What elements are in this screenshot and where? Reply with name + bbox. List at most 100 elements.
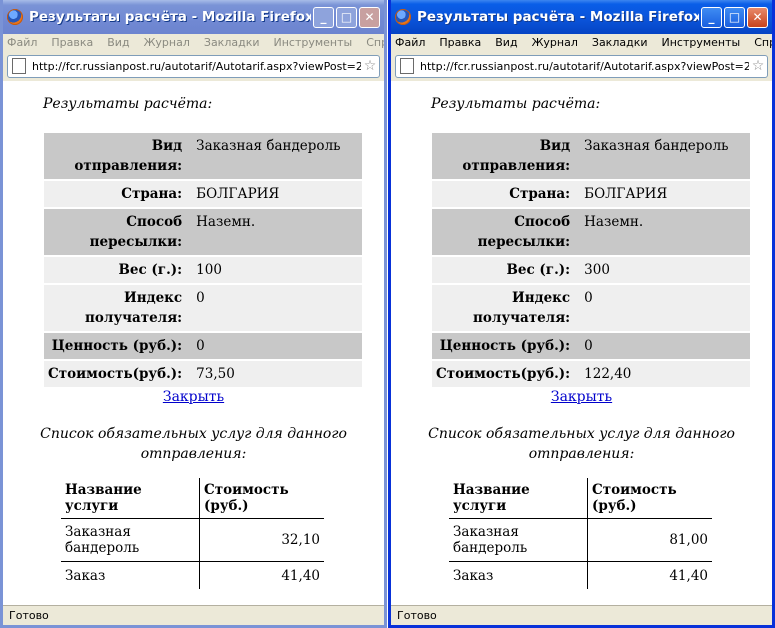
firefox-icon	[395, 9, 411, 25]
results-heading: Результаты расчёта:	[431, 96, 601, 112]
table-row: Страна: БОЛГАРИЯ	[432, 181, 751, 207]
column-header-service: Название услуги	[61, 478, 200, 519]
firefox-window-right: Результаты расчёта - Mozilla Firefox _ □…	[388, 0, 775, 628]
maximize-button[interactable]: □	[336, 6, 357, 28]
row-label: Страна:	[44, 181, 187, 207]
row-value: 0	[186, 333, 363, 359]
address-bar: http://fcr.russianpost.ru/autotarif/Auto…	[391, 51, 772, 82]
row-value: 100	[186, 257, 363, 283]
services-table: Название услуги Стоимость (руб.) Заказная…	[449, 478, 712, 589]
close-link[interactable]: Закрыть	[3, 389, 384, 405]
column-header-cost: Стоимость (руб.)	[587, 478, 712, 519]
page-content: Результаты расчёта: Вид отправления: Зака…	[391, 81, 772, 605]
service-cost: 41,40	[669, 567, 708, 584]
close-window-button[interactable]: ✕	[359, 6, 380, 28]
row-label: Вес (г.):	[432, 257, 575, 283]
row-label: Индекс получателя:	[44, 285, 187, 331]
page-content: Результаты расчёта: Вид отправления: Зака…	[3, 81, 384, 605]
page-icon	[400, 58, 414, 74]
url-text: http://fcr.russianpost.ru/autotarif/Auto…	[420, 59, 749, 73]
menu-help[interactable]: Справка	[366, 36, 384, 49]
menu-edit[interactable]: Правка	[439, 36, 481, 49]
menu-history[interactable]: Журнал	[144, 36, 190, 49]
row-value: Наземн.	[186, 209, 363, 255]
table-row: Заказ 41,40	[61, 561, 324, 589]
bookmark-star-icon[interactable]: ☆	[361, 58, 379, 74]
menu-bookmarks[interactable]: Закладки	[592, 36, 648, 49]
minimize-button[interactable]: _	[313, 6, 334, 28]
row-value: 73,50	[186, 361, 363, 387]
service-cost: 32,10	[199, 518, 324, 562]
services-header-row: Название услуги Стоимость (руб.)	[449, 478, 712, 519]
row-label: Вид отправления:	[44, 133, 187, 179]
maximize-button[interactable]: □	[724, 6, 745, 28]
table-row: Вес (г.): 100	[44, 257, 363, 283]
row-value: 0	[574, 333, 751, 359]
window-title: Результаты расчёта - Mozilla Firefox	[29, 9, 311, 25]
status-bar: Готово	[391, 605, 772, 625]
table-row: Заказная бандероль 32,10	[61, 518, 324, 562]
row-value: БОЛГАРИЯ	[186, 181, 363, 207]
service-name: Заказная бандероль	[449, 518, 588, 562]
close-link[interactable]: Закрыть	[391, 389, 772, 405]
menu-tools[interactable]: Инструменты	[662, 36, 741, 49]
table-row: Способ пересылки: Наземн.	[432, 209, 751, 255]
row-label: Ценность (руб.):	[44, 333, 187, 359]
services-heading: Список обязательных услуг для данного от…	[428, 426, 735, 462]
window-title: Результаты расчёта - Mozilla Firefox	[417, 9, 699, 25]
table-row: Индекс получателя: 0	[44, 285, 363, 331]
row-value: Заказная бандероль	[186, 133, 363, 179]
services-header-row: Название услуги Стоимость (руб.)	[61, 478, 324, 519]
minimize-button[interactable]: _	[701, 6, 722, 28]
table-row: Вид отправления: Заказная бандероль	[44, 133, 363, 179]
bookmark-star-icon[interactable]: ☆	[749, 58, 767, 74]
title-bar[interactable]: Результаты расчёта - Mozilla Firefox _ □…	[391, 0, 772, 34]
row-label: Индекс получателя:	[432, 285, 575, 331]
menu-help[interactable]: Справка	[754, 36, 772, 49]
table-row: Способ пересылки: Наземн.	[44, 209, 363, 255]
row-value: БОЛГАРИЯ	[574, 181, 751, 207]
menu-edit[interactable]: Правка	[51, 36, 93, 49]
page-icon	[12, 58, 26, 74]
table-row: Вес (г.): 300	[432, 257, 751, 283]
url-text: http://fcr.russianpost.ru/autotarif/Auto…	[32, 59, 361, 73]
row-value: 122,40	[574, 361, 751, 387]
menu-file[interactable]: Файл	[7, 36, 37, 49]
row-label: Стоимость(руб.):	[44, 361, 187, 387]
url-input[interactable]: http://fcr.russianpost.ru/autotarif/Auto…	[395, 54, 768, 78]
row-label: Способ пересылки:	[44, 209, 187, 255]
results-heading: Результаты расчёта:	[43, 96, 213, 112]
menu-view[interactable]: Вид	[107, 36, 129, 49]
service-name: Заказ	[449, 561, 588, 589]
column-header-cost: Стоимость (руб.)	[199, 478, 324, 519]
row-label: Вес (г.):	[44, 257, 187, 283]
results-table: Вид отправления: Заказная бандероль Стран…	[44, 131, 363, 389]
close-window-button[interactable]: ✕	[747, 6, 768, 28]
title-bar[interactable]: Результаты расчёта - Mozilla Firefox _ □…	[3, 0, 384, 34]
table-row: Страна: БОЛГАРИЯ	[44, 181, 363, 207]
status-bar: Готово	[3, 605, 384, 625]
menu-view[interactable]: Вид	[495, 36, 517, 49]
services-heading: Список обязательных услуг для данного от…	[40, 426, 347, 462]
column-header-service: Название услуги	[449, 478, 588, 519]
row-label: Вид отправления:	[432, 133, 575, 179]
table-row: Ценность (руб.): 0	[432, 333, 751, 359]
firefox-icon	[7, 9, 23, 25]
table-row: Стоимость(руб.): 73,50	[44, 361, 363, 387]
menu-file[interactable]: Файл	[395, 36, 425, 49]
firefox-window-left: Результаты расчёта - Mozilla Firefox _ □…	[0, 0, 387, 628]
row-label: Страна:	[432, 181, 575, 207]
service-name: Заказ	[61, 561, 200, 589]
row-value: Заказная бандероль	[574, 133, 751, 179]
table-row: Стоимость(руб.): 122,40	[432, 361, 751, 387]
results-table: Вид отправления: Заказная бандероль Стран…	[432, 131, 751, 389]
url-input[interactable]: http://fcr.russianpost.ru/autotarif/Auto…	[7, 54, 380, 78]
row-label: Ценность (руб.):	[432, 333, 575, 359]
menu-bookmarks[interactable]: Закладки	[204, 36, 260, 49]
menu-tools[interactable]: Инструменты	[274, 36, 353, 49]
row-label: Стоимость(руб.):	[432, 361, 575, 387]
table-row: Индекс получателя: 0	[432, 285, 751, 331]
row-value: Наземн.	[574, 209, 751, 255]
row-value: 300	[574, 257, 751, 283]
menu-history[interactable]: Журнал	[532, 36, 578, 49]
